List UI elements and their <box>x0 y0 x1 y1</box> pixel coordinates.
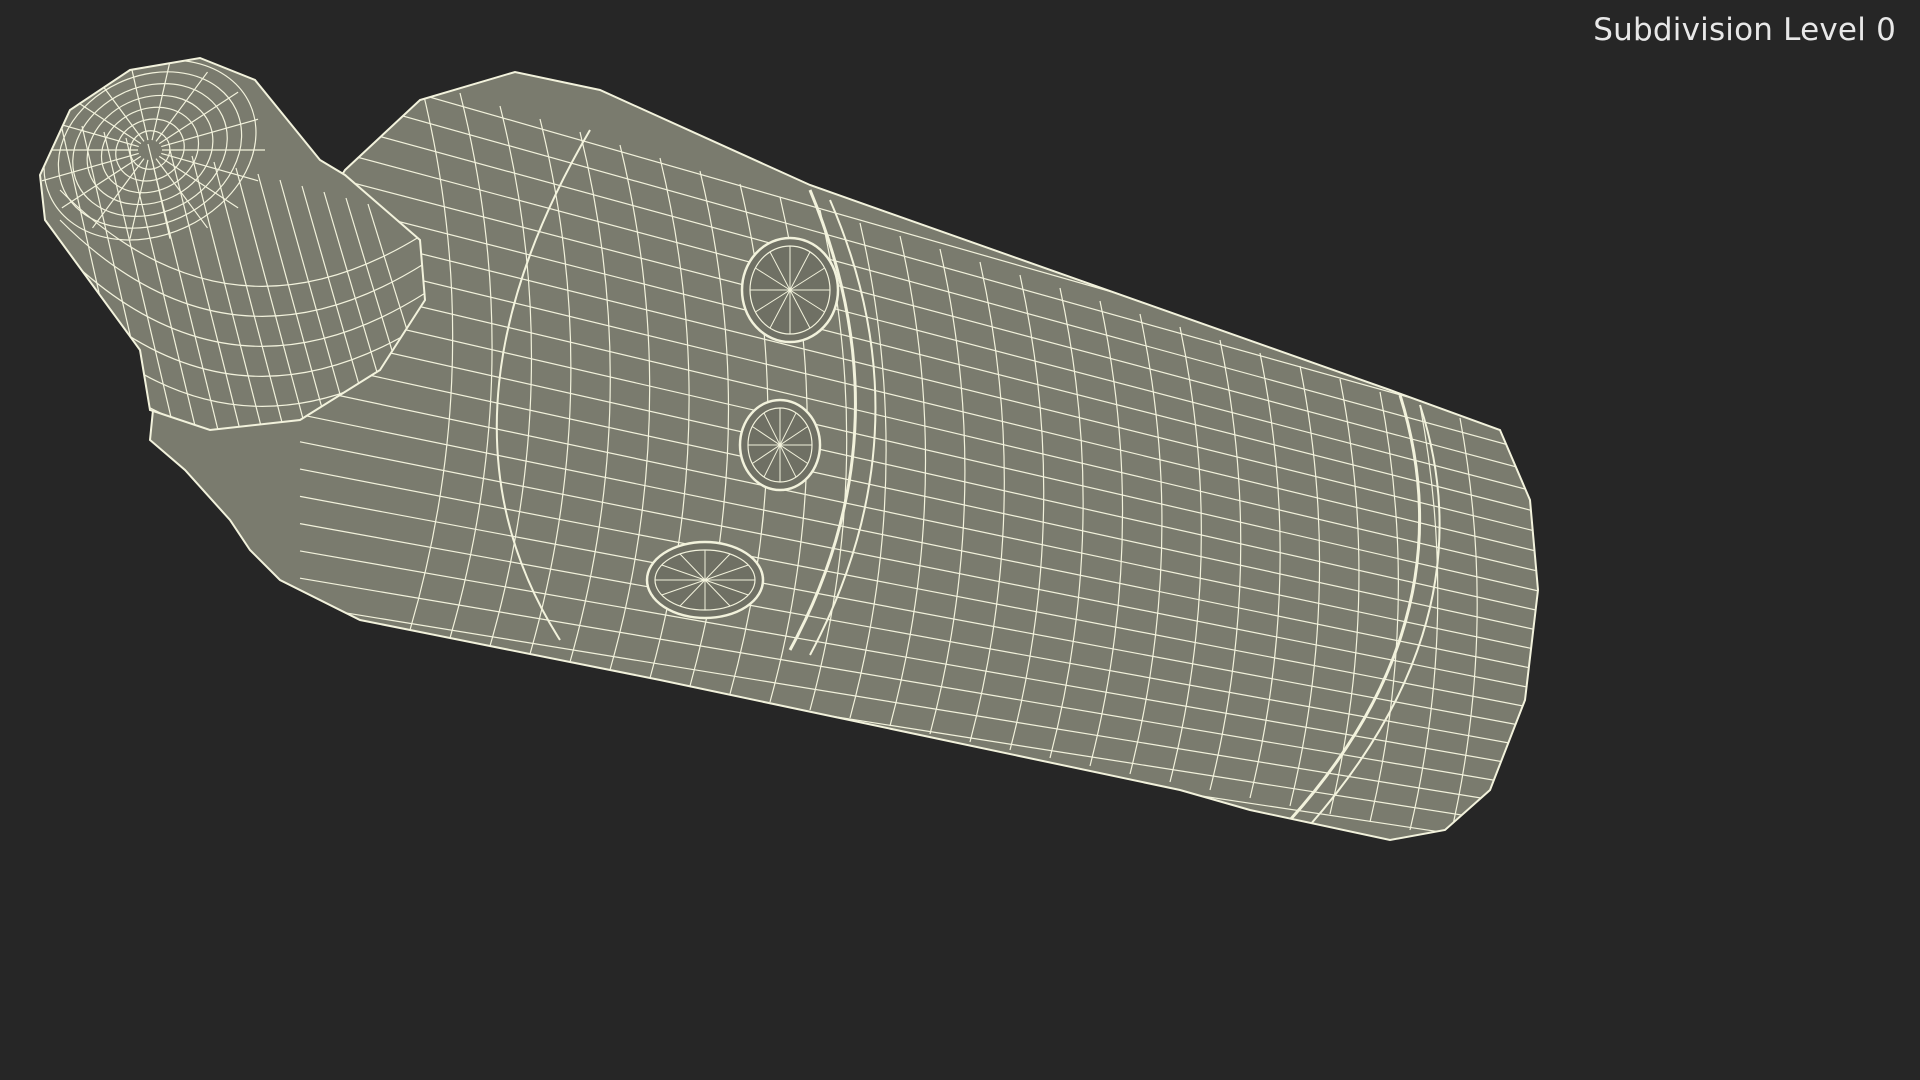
3d-viewport[interactable]: Subdivision Level 0 <box>0 0 1920 1080</box>
bolt-hole-3 <box>645 540 765 620</box>
bolt-hole-1 <box>740 236 840 344</box>
subdivision-level-label: Subdivision Level 0 <box>1593 12 1896 48</box>
wireframe-mesh <box>38 56 1540 842</box>
bolt-hole-2 <box>738 398 822 492</box>
cylinder-body <box>148 70 1540 842</box>
